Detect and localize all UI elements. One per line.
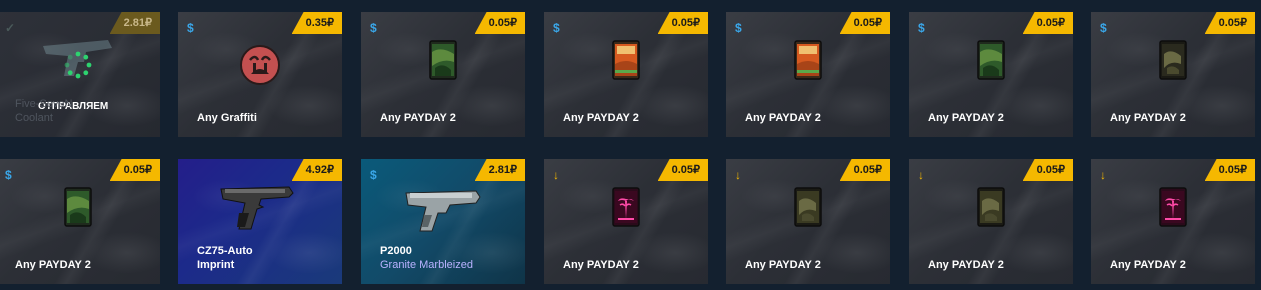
price-badge: 0.05₽ xyxy=(839,159,890,181)
item-name: Any PAYDAY 2 xyxy=(563,259,639,271)
price-badge: 0.05₽ xyxy=(657,12,708,34)
item-label: Five-SeveN Coolant xyxy=(15,97,72,125)
dollar-icon: $ xyxy=(735,21,742,35)
item-card[interactable]: $ 0.05₽ Any PAYDAY 2 xyxy=(726,12,890,137)
item-name: Any PAYDAY 2 xyxy=(745,259,821,271)
item-label: CZ75-Auto Imprint xyxy=(197,244,253,272)
dollar-icon: $ xyxy=(1100,21,1107,35)
item-card[interactable]: ↓ 0.05₽ Any PAYDAY 2 xyxy=(1091,159,1255,284)
payday-pink-palm-pack-icon xyxy=(1159,187,1187,227)
payday-dark-camo-pack-icon xyxy=(977,187,1005,227)
price-badge: 0.05₽ xyxy=(1204,159,1255,181)
item-label: P2000 Granite Marbleized xyxy=(380,244,473,272)
price-badge: 0.05₽ xyxy=(1022,12,1073,34)
arrow-down-icon: ↓ xyxy=(553,168,559,182)
price-badge: 0.05₽ xyxy=(109,159,160,181)
graffiti-icon xyxy=(240,45,280,85)
price-badge: 0.05₽ xyxy=(657,159,708,181)
price-badge: 0.35₽ xyxy=(291,12,342,34)
item-card[interactable]: ✓ ОТПРАВЛЯЕМ 2.81₽ Five-SeveN Coolant xyxy=(0,12,160,137)
item-card[interactable]: ↓ 0.05₽ Any PAYDAY 2 xyxy=(544,159,708,284)
item-card[interactable]: $ 0.35₽ Any Graffiti xyxy=(178,12,342,137)
item-skin: Coolant xyxy=(15,112,53,124)
arrow-down-icon: ↓ xyxy=(918,168,924,182)
payday-dark-camo-pack-icon xyxy=(1159,40,1187,80)
item-card[interactable]: $ 0.05₽ Any PAYDAY 2 xyxy=(544,12,708,137)
item-card[interactable]: $ 0.05₽ Any PAYDAY 2 xyxy=(0,159,160,284)
cz75-auto-pistol-icon xyxy=(220,186,294,230)
payday-camo-pack-icon xyxy=(977,40,1005,80)
price-badge: 4.92₽ xyxy=(291,159,342,181)
price-badge: 2.81₽ xyxy=(109,12,160,34)
price-badge: 0.05₽ xyxy=(839,12,890,34)
item-name: Any PAYDAY 2 xyxy=(928,259,1004,271)
dollar-icon: $ xyxy=(370,168,377,182)
item-name: Any PAYDAY 2 xyxy=(745,112,821,124)
dollar-icon: $ xyxy=(5,168,12,182)
item-name: Any PAYDAY 2 xyxy=(563,112,639,124)
item-name: Any PAYDAY 2 xyxy=(928,112,1004,124)
price-badge: 0.05₽ xyxy=(1204,12,1255,34)
item-name: Any PAYDAY 2 xyxy=(1110,259,1186,271)
item-card[interactable]: ↓ 0.05₽ Any PAYDAY 2 xyxy=(909,159,1073,284)
p2000-pistol-icon xyxy=(405,190,481,232)
loading-spinner-icon xyxy=(64,51,92,79)
dollar-icon: $ xyxy=(370,21,377,35)
item-name: Any PAYDAY 2 xyxy=(15,259,91,271)
payday-orange-pack-icon xyxy=(794,40,822,80)
dollar-icon: $ xyxy=(553,21,560,35)
item-name: Any PAYDAY 2 xyxy=(1110,112,1186,124)
arrow-down-icon: ↓ xyxy=(1100,168,1106,182)
dollar-icon: $ xyxy=(918,21,925,35)
payday-dark-camo-pack-icon xyxy=(794,187,822,227)
item-card[interactable]: $ 0.05₽ Any PAYDAY 2 xyxy=(909,12,1073,137)
arrow-down-icon: ↓ xyxy=(735,168,741,182)
item-skin: Granite Marbleized xyxy=(380,259,473,271)
price-badge: 2.81₽ xyxy=(474,159,525,181)
item-name: Any Graffiti xyxy=(197,112,257,124)
price-badge: 0.05₽ xyxy=(474,12,525,34)
item-card[interactable]: ↓ 0.05₽ Any PAYDAY 2 xyxy=(726,159,890,284)
payday-camo-pack-icon xyxy=(429,40,457,80)
dollar-icon: $ xyxy=(187,21,194,35)
item-card[interactable]: 4.92₽ CZ75-Auto Imprint xyxy=(178,159,342,284)
item-name: P2000 xyxy=(380,245,412,257)
item-skin: Imprint xyxy=(197,259,235,271)
price-badge: 0.05₽ xyxy=(1022,159,1073,181)
item-name: Five-SeveN xyxy=(15,98,73,110)
item-name: Any PAYDAY 2 xyxy=(380,112,456,124)
payday-orange-pack-icon xyxy=(612,40,640,80)
item-card[interactable]: $ 2.81₽ P2000 Granite Marbleized xyxy=(361,159,525,284)
payday-pink-palm-pack-icon xyxy=(612,187,640,227)
payday-camo-pack-icon xyxy=(64,187,92,227)
item-name: CZ75-Auto xyxy=(197,245,253,257)
item-card[interactable]: $ 0.05₽ Any PAYDAY 2 xyxy=(361,12,525,137)
check-icon: ✓ xyxy=(5,21,16,35)
item-card[interactable]: $ 0.05₽ Any PAYDAY 2 xyxy=(1091,12,1255,137)
